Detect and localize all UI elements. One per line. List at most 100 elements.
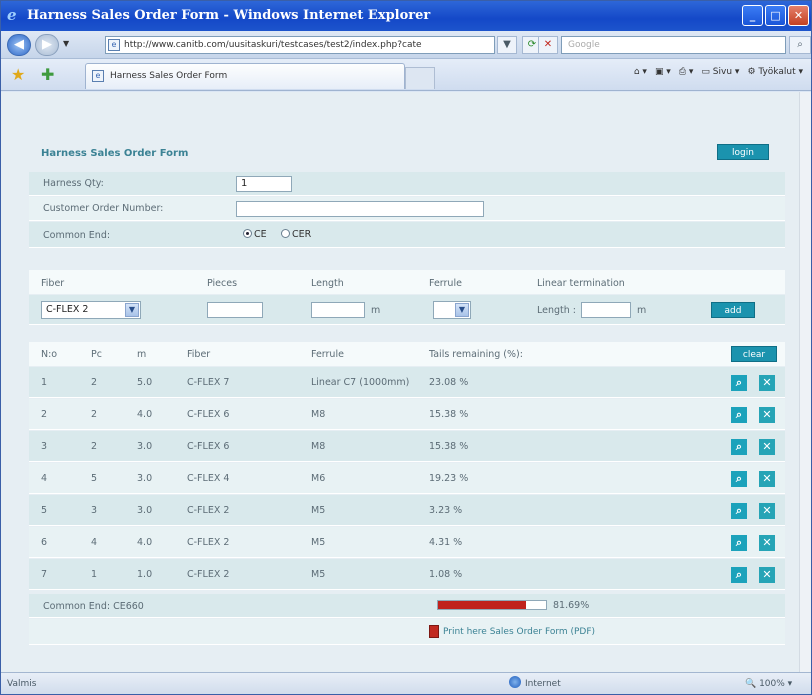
cell-m: 4.0 — [137, 537, 153, 548]
page-menu[interactable]: ▭ Sivu ▾ — [701, 67, 739, 77]
cell-m: 3.0 — [137, 473, 153, 484]
length-input[interactable] — [311, 302, 365, 318]
tab-harness-sales-order-form[interactable]: e Harness Sales Order Form — [85, 63, 405, 89]
view-icon[interactable]: ⌕ — [731, 535, 747, 551]
delete-icon[interactable]: ✕ — [759, 439, 775, 455]
cell-ferrule: Linear C7 (1000mm) — [311, 377, 410, 388]
customer-order-label: Customer Order Number: — [43, 203, 164, 214]
cell-fiber: C-FLEX 7 — [187, 377, 230, 388]
view-icon[interactable]: ⌕ — [731, 471, 747, 487]
length-header: Length — [311, 278, 344, 289]
search-icon[interactable]: ⌕ — [789, 36, 811, 54]
cell-no: 5 — [41, 505, 48, 516]
common-end-radio-cer[interactable]: CER — [281, 229, 311, 240]
linear-termination-header: Linear termination — [537, 278, 625, 289]
col-fiber-header: Fiber — [187, 349, 211, 360]
cell-fiber: C-FLEX 2 — [187, 537, 230, 548]
table-row: 1 2 5.0 C-FLEX 7 Linear C7 (1000mm) 23.08 % ⌕ ✕ — [29, 367, 785, 398]
cell-fiber: C-FLEX 4 — [187, 473, 230, 484]
back-icon[interactable]: ◀ — [7, 34, 31, 56]
cell-no: 2 — [41, 409, 48, 420]
search-input[interactable]: Google — [561, 36, 786, 54]
common-end-footer: Common End: CE660 — [43, 601, 144, 612]
common-end-radio-ce[interactable]: CE — [243, 229, 267, 240]
view-icon[interactable]: ⌕ — [731, 407, 747, 423]
clear-button[interactable]: clear — [731, 346, 777, 362]
cell-pc: 1 — [91, 569, 98, 580]
customer-order-input[interactable] — [236, 201, 484, 217]
address-input[interactable]: e http://www.canitb.com/uusitaskuri/test… — [105, 36, 495, 54]
zone-indicator: Internet — [509, 673, 561, 694]
forward-icon[interactable]: ▶ — [35, 34, 59, 56]
entry-header-row: Fiber Pieces Length Ferrule Linear termi… — [29, 270, 785, 294]
col-no-header: N:o — [41, 349, 58, 360]
tab-page-icon: e — [92, 70, 104, 82]
view-icon[interactable]: ⌕ — [731, 567, 747, 583]
delete-icon[interactable]: ✕ — [759, 407, 775, 423]
customer-order-row: Customer Order Number: — [29, 197, 785, 221]
radio-ce[interactable] — [243, 229, 252, 238]
delete-icon[interactable]: ✕ — [759, 567, 775, 583]
radio-cer[interactable] — [281, 229, 290, 238]
harness-qty-input[interactable]: 1 — [236, 176, 292, 192]
pdf-icon — [429, 625, 439, 638]
page-content: Harness Sales Order Form login Harness Q… — [1, 92, 811, 672]
title-bar: e Harness Sales Order Form - Windows Int… — [1, 1, 811, 31]
harness-qty-label: Harness Qty: — [43, 178, 104, 189]
status-bar: Valmis Internet 🔍 100% ▾ — [1, 672, 811, 694]
stop-icon[interactable]: ✕ — [538, 36, 558, 54]
address-dropdown-icon[interactable]: ▼ — [497, 36, 517, 54]
pieces-input[interactable] — [207, 302, 263, 318]
common-end-row: Common End: CE CER — [29, 222, 785, 248]
new-tab-button[interactable] — [405, 67, 435, 89]
favorites-star-icon[interactable]: ★ — [11, 65, 25, 84]
linear-length-input[interactable] — [581, 302, 631, 318]
cell-tails: 15.38 % — [429, 409, 469, 420]
delete-icon[interactable]: ✕ — [759, 503, 775, 519]
cell-pc: 5 — [91, 473, 98, 484]
tails-progress-bar — [437, 600, 547, 610]
login-button[interactable]: login — [717, 144, 769, 160]
table-row: 5 3 3.0 C-FLEX 2 M5 3.23 % ⌕ ✕ — [29, 495, 785, 526]
minimize-button[interactable]: _ — [742, 5, 763, 26]
view-icon[interactable]: ⌕ — [731, 375, 747, 391]
zoom-control[interactable]: 🔍 100% ▾ — [745, 673, 792, 694]
table-header-row: N:o Pc m Fiber Ferrule Tails remaining (… — [29, 342, 785, 366]
history-dropdown-icon[interactable]: ▼ — [63, 39, 69, 48]
cell-ferrule: M8 — [311, 409, 326, 420]
cell-fiber: C-FLEX 6 — [187, 441, 230, 452]
maximize-button[interactable]: □ — [765, 5, 786, 26]
view-icon[interactable]: ⌕ — [731, 503, 747, 519]
delete-icon[interactable]: ✕ — [759, 471, 775, 487]
fiber-select[interactable]: C-FLEX 2 ▼ — [41, 301, 141, 319]
cell-m: 3.0 — [137, 505, 153, 516]
vertical-scrollbar[interactable] — [799, 92, 811, 672]
home-icon[interactable]: ⌂ ▾ — [634, 67, 647, 77]
fiber-header: Fiber — [41, 278, 65, 289]
feeds-icon[interactable]: ▣ ▾ — [655, 67, 671, 77]
cell-tails: 1.08 % — [429, 569, 463, 580]
table-row: 2 2 4.0 C-FLEX 6 M8 15.38 % ⌕ ✕ — [29, 399, 785, 430]
cell-tails: 23.08 % — [429, 377, 469, 388]
cell-m: 5.0 — [137, 377, 153, 388]
col-m-header: m — [137, 349, 147, 360]
print-icon[interactable]: ⎙ ▾ — [679, 67, 694, 77]
add-favorite-icon[interactable]: ✚ — [41, 65, 54, 84]
table-row: 7 1 1.0 C-FLEX 2 M5 1.08 % ⌕ ✕ — [29, 559, 785, 590]
harness-qty-row: Harness Qty: 1 — [29, 172, 785, 196]
table-row: 3 2 3.0 C-FLEX 6 M8 15.38 % ⌕ ✕ — [29, 431, 785, 462]
delete-icon[interactable]: ✕ — [759, 535, 775, 551]
close-button[interactable]: ✕ — [788, 5, 809, 26]
tools-menu[interactable]: ⚙ Työkalut ▾ — [747, 67, 803, 77]
ferrule-select[interactable]: ▼ — [433, 301, 471, 319]
cell-tails: 15.38 % — [429, 441, 469, 452]
print-pdf-link[interactable]: Print here Sales Order Form (PDF) — [443, 627, 595, 637]
view-icon[interactable]: ⌕ — [731, 439, 747, 455]
col-tails-header: Tails remaining (%): — [429, 349, 523, 360]
cell-pc: 2 — [91, 409, 98, 420]
add-button[interactable]: add — [711, 302, 755, 318]
cell-pc: 2 — [91, 441, 98, 452]
cell-ferrule: M5 — [311, 505, 326, 516]
cell-no: 6 — [41, 537, 48, 548]
delete-icon[interactable]: ✕ — [759, 375, 775, 391]
